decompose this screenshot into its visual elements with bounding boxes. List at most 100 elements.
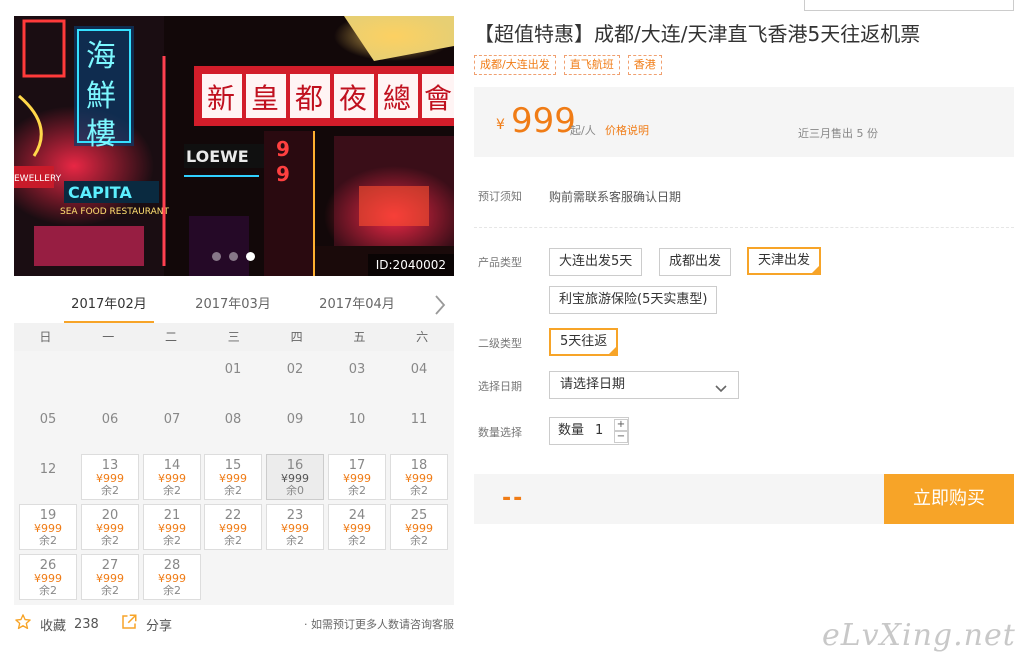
chevron-down-icon — [714, 379, 728, 405]
svg-text:9: 9 — [276, 162, 290, 186]
sign-char-2: 皇 — [251, 82, 279, 115]
quantity-value[interactable]: 1 — [595, 418, 603, 444]
calendar-day-available[interactable]: 20 ¥999 余2 — [81, 504, 139, 550]
divider — [474, 227, 1014, 228]
product-tag: 直飞航班 — [563, 55, 620, 75]
type-option-dalian[interactable]: 大连出发5天 — [549, 248, 643, 276]
subtype-label: 二级类型 — [478, 337, 522, 350]
buy-now-button[interactable]: 立即购买 — [884, 474, 1014, 524]
sign-char-3: 都 — [295, 82, 323, 115]
sign-char-5: 總 — [383, 82, 411, 115]
calendar-day-available[interactable]: 18 ¥999 余2 — [390, 454, 448, 500]
weekday: 五 — [353, 330, 366, 344]
calendar-day-available[interactable]: 26 ¥999 余2 — [19, 554, 77, 600]
gallery-dot-active[interactable] — [246, 252, 255, 261]
currency-symbol: ¥ — [496, 117, 505, 133]
tab-month-1[interactable]: 2017年02月 — [64, 288, 154, 324]
share-icon — [120, 613, 138, 635]
weekday: 三 — [227, 330, 240, 344]
gallery-dot[interactable] — [212, 252, 221, 261]
calendar-day-available[interactable]: 23 ¥999 余2 — [266, 504, 324, 550]
calendar-day-available[interactable]: 17 ¥999 余2 — [328, 454, 386, 500]
sign-jewellery: EWELLERY — [14, 174, 62, 184]
quantity-minus-button[interactable]: − — [614, 431, 628, 443]
calendar-day: 04 — [410, 362, 428, 377]
product-tag: 成都/大连出发 — [474, 55, 556, 75]
calendar-day-available[interactable]: 27 ¥999 余2 — [81, 554, 139, 600]
sign-side-2: 鮮 — [86, 79, 116, 114]
type-option-insurance[interactable]: 利宝旅游保险(5天实惠型) — [549, 286, 718, 314]
subtype-option-5day[interactable]: 5天往返 — [549, 328, 619, 356]
date-select-value: 请选择日期 — [560, 377, 626, 392]
calendar-day: 03 — [348, 362, 366, 377]
tab-month-2[interactable]: 2017年03月 — [188, 288, 278, 324]
calendar-day-available[interactable]: 28 ¥999 余2 — [143, 554, 201, 600]
calendar-day-available[interactable]: 21 ¥999 余2 — [143, 504, 201, 550]
calendar-day: 05 — [39, 412, 57, 427]
top-search-stub[interactable] — [804, 0, 1014, 11]
calendar-day: 09 — [286, 412, 304, 427]
quantity-inner-label: 数量 — [558, 423, 585, 438]
product-title: 【超值特惠】成都/大连/天津直飞香港5天往返机票 — [474, 22, 921, 46]
type-option-tianjin[interactable]: 天津出发 — [747, 247, 822, 275]
calendar-day-available[interactable]: 22 ¥999 余2 — [204, 504, 262, 550]
site-watermark: eLvXing.net — [822, 618, 1016, 653]
calendar-grid: 01 02 03 04 05 06 07 08 09 10 11 12 13 ¥9… — [14, 351, 454, 605]
calendar-day-available[interactable]: 14 ¥999 余2 — [143, 454, 201, 500]
share-label: 分享 — [146, 618, 173, 634]
date-label: 选择日期 — [478, 380, 522, 393]
booking-label: 预订须知 — [478, 190, 522, 203]
sign-char-1: 新 — [207, 82, 235, 115]
booking-text: 购前需联系客服确认日期 — [549, 190, 682, 204]
calendar-day: 06 — [101, 412, 119, 427]
buy-bar: -- 立即购买 — [474, 474, 1014, 524]
calendar-day-available[interactable]: 13 ¥999 余2 — [81, 454, 139, 500]
svg-text:9: 9 — [276, 137, 290, 161]
gallery-image: 海 鮮 樓 CAPITA SEA FOOD RESTAURANT EWELLER… — [14, 16, 454, 276]
calendar-weekdays: 日 一 二 三 四 五 六 — [14, 323, 454, 351]
price-unit: 起/人 — [570, 124, 596, 137]
weekday: 一 — [102, 330, 115, 344]
sign-char-4: 夜 — [339, 82, 367, 115]
sign-capita: CAPITA — [68, 183, 132, 202]
sold-count: 近三月售出 5 份 — [798, 127, 878, 140]
price-amount: 999 — [511, 101, 576, 141]
sign-seafood: SEA FOOD RESTAURANT — [60, 207, 170, 217]
calendar-day-available[interactable]: 25 ¥999 余2 — [390, 504, 448, 550]
favorite-button[interactable]: 收藏 238 — [14, 613, 99, 635]
chevron-right-icon[interactable] — [430, 292, 450, 318]
calendar-day-available[interactable]: 19 ¥999 余2 — [19, 504, 77, 550]
favorite-label: 收藏 — [40, 618, 67, 634]
image-id-label: ID:2040002 — [367, 254, 454, 276]
calendar-day-available[interactable]: 15 ¥999 余2 — [204, 454, 262, 500]
quantity-label: 数量选择 — [478, 426, 522, 439]
calendar-day: 11 — [410, 412, 428, 427]
calendar-day: 02 — [286, 362, 304, 377]
total-price: -- — [502, 486, 525, 511]
type-option-chengdu[interactable]: 成都出发 — [659, 248, 732, 276]
product-type-label: 产品类型 — [478, 256, 522, 269]
calendar-day-available[interactable]: 24 ¥999 余2 — [328, 504, 386, 550]
weekday: 二 — [164, 330, 177, 344]
gallery-dot[interactable] — [229, 252, 238, 261]
product-gallery[interactable]: 海 鮮 樓 CAPITA SEA FOOD RESTAURANT EWELLER… — [14, 16, 454, 276]
date-select[interactable]: 请选择日期 — [549, 371, 739, 399]
calendar-day: 12 — [39, 462, 57, 477]
sign-loewe: LOEWE — [186, 147, 249, 166]
calendar-day: 08 — [224, 412, 242, 427]
favorite-count: 238 — [74, 616, 99, 632]
sign-char-6: 會 — [424, 82, 452, 115]
main-neon-sign: 新 皇 都 夜 總 會 — [202, 74, 454, 118]
contact-note: · 如需预订更多人数请咨询客服 — [304, 618, 454, 631]
star-icon — [14, 613, 32, 635]
price-box: ¥ 999 起/人 价格说明 近三月售出 5 份 — [474, 87, 1014, 157]
calendar-day-soldout[interactable]: 16 ¥999 余0 — [266, 454, 324, 500]
share-button[interactable]: 分享 — [120, 613, 172, 635]
quantity-plus-button[interactable]: + — [614, 419, 628, 431]
bottom-actions: 收藏 238 分享 · 如需预订更多人数请咨询客服 — [14, 613, 454, 637]
calendar-day: 07 — [163, 412, 181, 427]
price-explain-link[interactable]: 价格说明 — [605, 122, 649, 138]
tab-month-3[interactable]: 2017年04月 — [312, 288, 402, 324]
weekday: 六 — [416, 330, 429, 344]
sign-side-1: 海 — [86, 39, 116, 74]
